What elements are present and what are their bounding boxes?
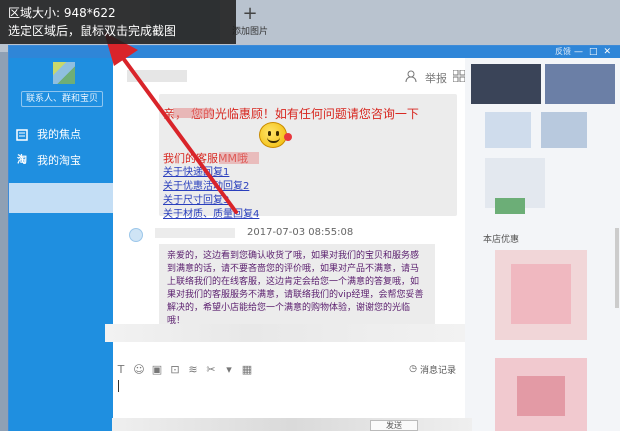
blurred-shop-name <box>173 108 213 118</box>
font-icon[interactable]: T <box>112 363 130 376</box>
shop-panel-scrollbar[interactable] <box>615 228 619 308</box>
feedback-link[interactable]: 反馈 <box>555 46 571 58</box>
sender-avatar[interactable] <box>129 228 143 242</box>
sidebar-item-taobao[interactable]: 淘 我的淘宝 <box>15 150 107 172</box>
product-thumbnail[interactable] <box>485 112 531 148</box>
message-history-button[interactable]: ◷ 消息记录 <box>409 363 456 376</box>
grid-icon[interactable] <box>452 69 466 85</box>
image-icon[interactable]: ▣ <box>148 363 166 376</box>
capture-size-tooltip: 区域大小: 948*622 选定区域后，鼠标双击完成截图 <box>0 0 236 44</box>
capture-hint-text: 选定区域后，鼠标双击完成截图 <box>8 24 177 38</box>
avatar[interactable] <box>53 62 75 84</box>
sidebar-item-active-chat[interactable] <box>9 183 125 213</box>
shop-banner-image <box>471 64 541 104</box>
screenshot-icon[interactable]: ⊡ <box>166 363 184 376</box>
smiley-emoji-icon <box>259 122 292 148</box>
grid-tool-icon[interactable]: ▦ <box>238 363 256 376</box>
sidebar-item-label: 我的焦点 <box>37 128 81 141</box>
report-link[interactable]: 举报 <box>425 70 447 86</box>
sidebar: 联系人、群和宝贝 我的焦点 淘 我的淘宝 <box>9 58 125 431</box>
focus-icon <box>15 128 29 142</box>
quick-reply-link[interactable]: 关于尺寸回复3 <box>163 194 259 208</box>
capture-size-text: 区域大小: 948*622 <box>8 6 116 20</box>
sidebar-item-label: 我的淘宝 <box>37 154 81 167</box>
message-history-label: 消息记录 <box>419 365 456 376</box>
quick-reply-links: 关于快递回复1 关于优惠活动回复2 关于尺寸回复3 关于材质、质量回复4 <box>163 166 259 222</box>
quick-reply-link[interactable]: 关于快递回复1 <box>163 166 259 180</box>
window-controls[interactable]: —□✕ <box>574 46 617 58</box>
message-meta: 2017-07-03 08:55:08 <box>155 226 375 240</box>
send-button[interactable]: 发送 <box>370 420 418 431</box>
window-titlebar: 反馈 —□✕ <box>9 46 620 58</box>
chat-header-actions: 举报 <box>405 69 466 86</box>
quick-reply-link[interactable]: 关于优惠活动回复2 <box>163 180 259 194</box>
contact-search-button[interactable]: 联系人、群和宝贝 <box>21 91 103 107</box>
sidebar-item-focus[interactable]: 我的焦点 <box>15 124 107 146</box>
quick-reply-link[interactable]: 关于材质、质量回复4 <box>163 208 259 222</box>
clock-icon: ◷ <box>409 364 417 374</box>
greeting-message-bubble: 亲， 您的光临惠顾！如有任何问题请您咨询一下 我们的客服MM哦 关于快递回复1 … <box>159 94 457 220</box>
message-timestamp: 2017-07-03 08:55:08 <box>247 227 354 238</box>
add-contact-icon[interactable] <box>405 69 419 86</box>
shop-info-panel: 本店优惠 <box>465 58 620 431</box>
emoji-icon[interactable]: ☺ <box>130 363 148 376</box>
maximize-icon[interactable]: □ <box>589 47 604 57</box>
message-input-cursor[interactable] <box>118 380 119 392</box>
blurred-bottom-bar <box>112 418 472 431</box>
chat-header: 举报 <box>113 58 473 94</box>
shake-icon[interactable]: ≋ <box>184 363 202 376</box>
close-icon[interactable]: ✕ <box>603 47 617 57</box>
input-toolbar: T ☺ ▣ ⊡ ≋ ✂ ▾ ▦ ◷ 消息记录 <box>112 360 464 378</box>
blurred-quick-phrases <box>105 324 465 342</box>
reply-message-bubble: 亲爱的，这边看到您确认收货了哦，如果对我们的宝贝和服务感到满意的话，请不要吝啬您… <box>159 244 435 326</box>
product-thumbnail[interactable] <box>541 112 587 148</box>
more-icon[interactable]: ▾ <box>220 363 238 376</box>
minimize-icon[interactable]: — <box>574 47 589 57</box>
shop-banner-image <box>545 64 615 104</box>
shop-promo-label: 本店优惠 <box>483 235 520 245</box>
sender-name <box>155 228 235 238</box>
promo-image-inner <box>511 264 571 324</box>
promo-image-inner <box>517 376 565 416</box>
taobao-icon: 淘 <box>17 155 27 166</box>
cut-icon[interactable]: ✂ <box>202 363 220 376</box>
blurred-service-name <box>219 152 259 164</box>
chat-contact-name <box>127 70 187 82</box>
product-thumbnail[interactable] <box>495 198 525 214</box>
